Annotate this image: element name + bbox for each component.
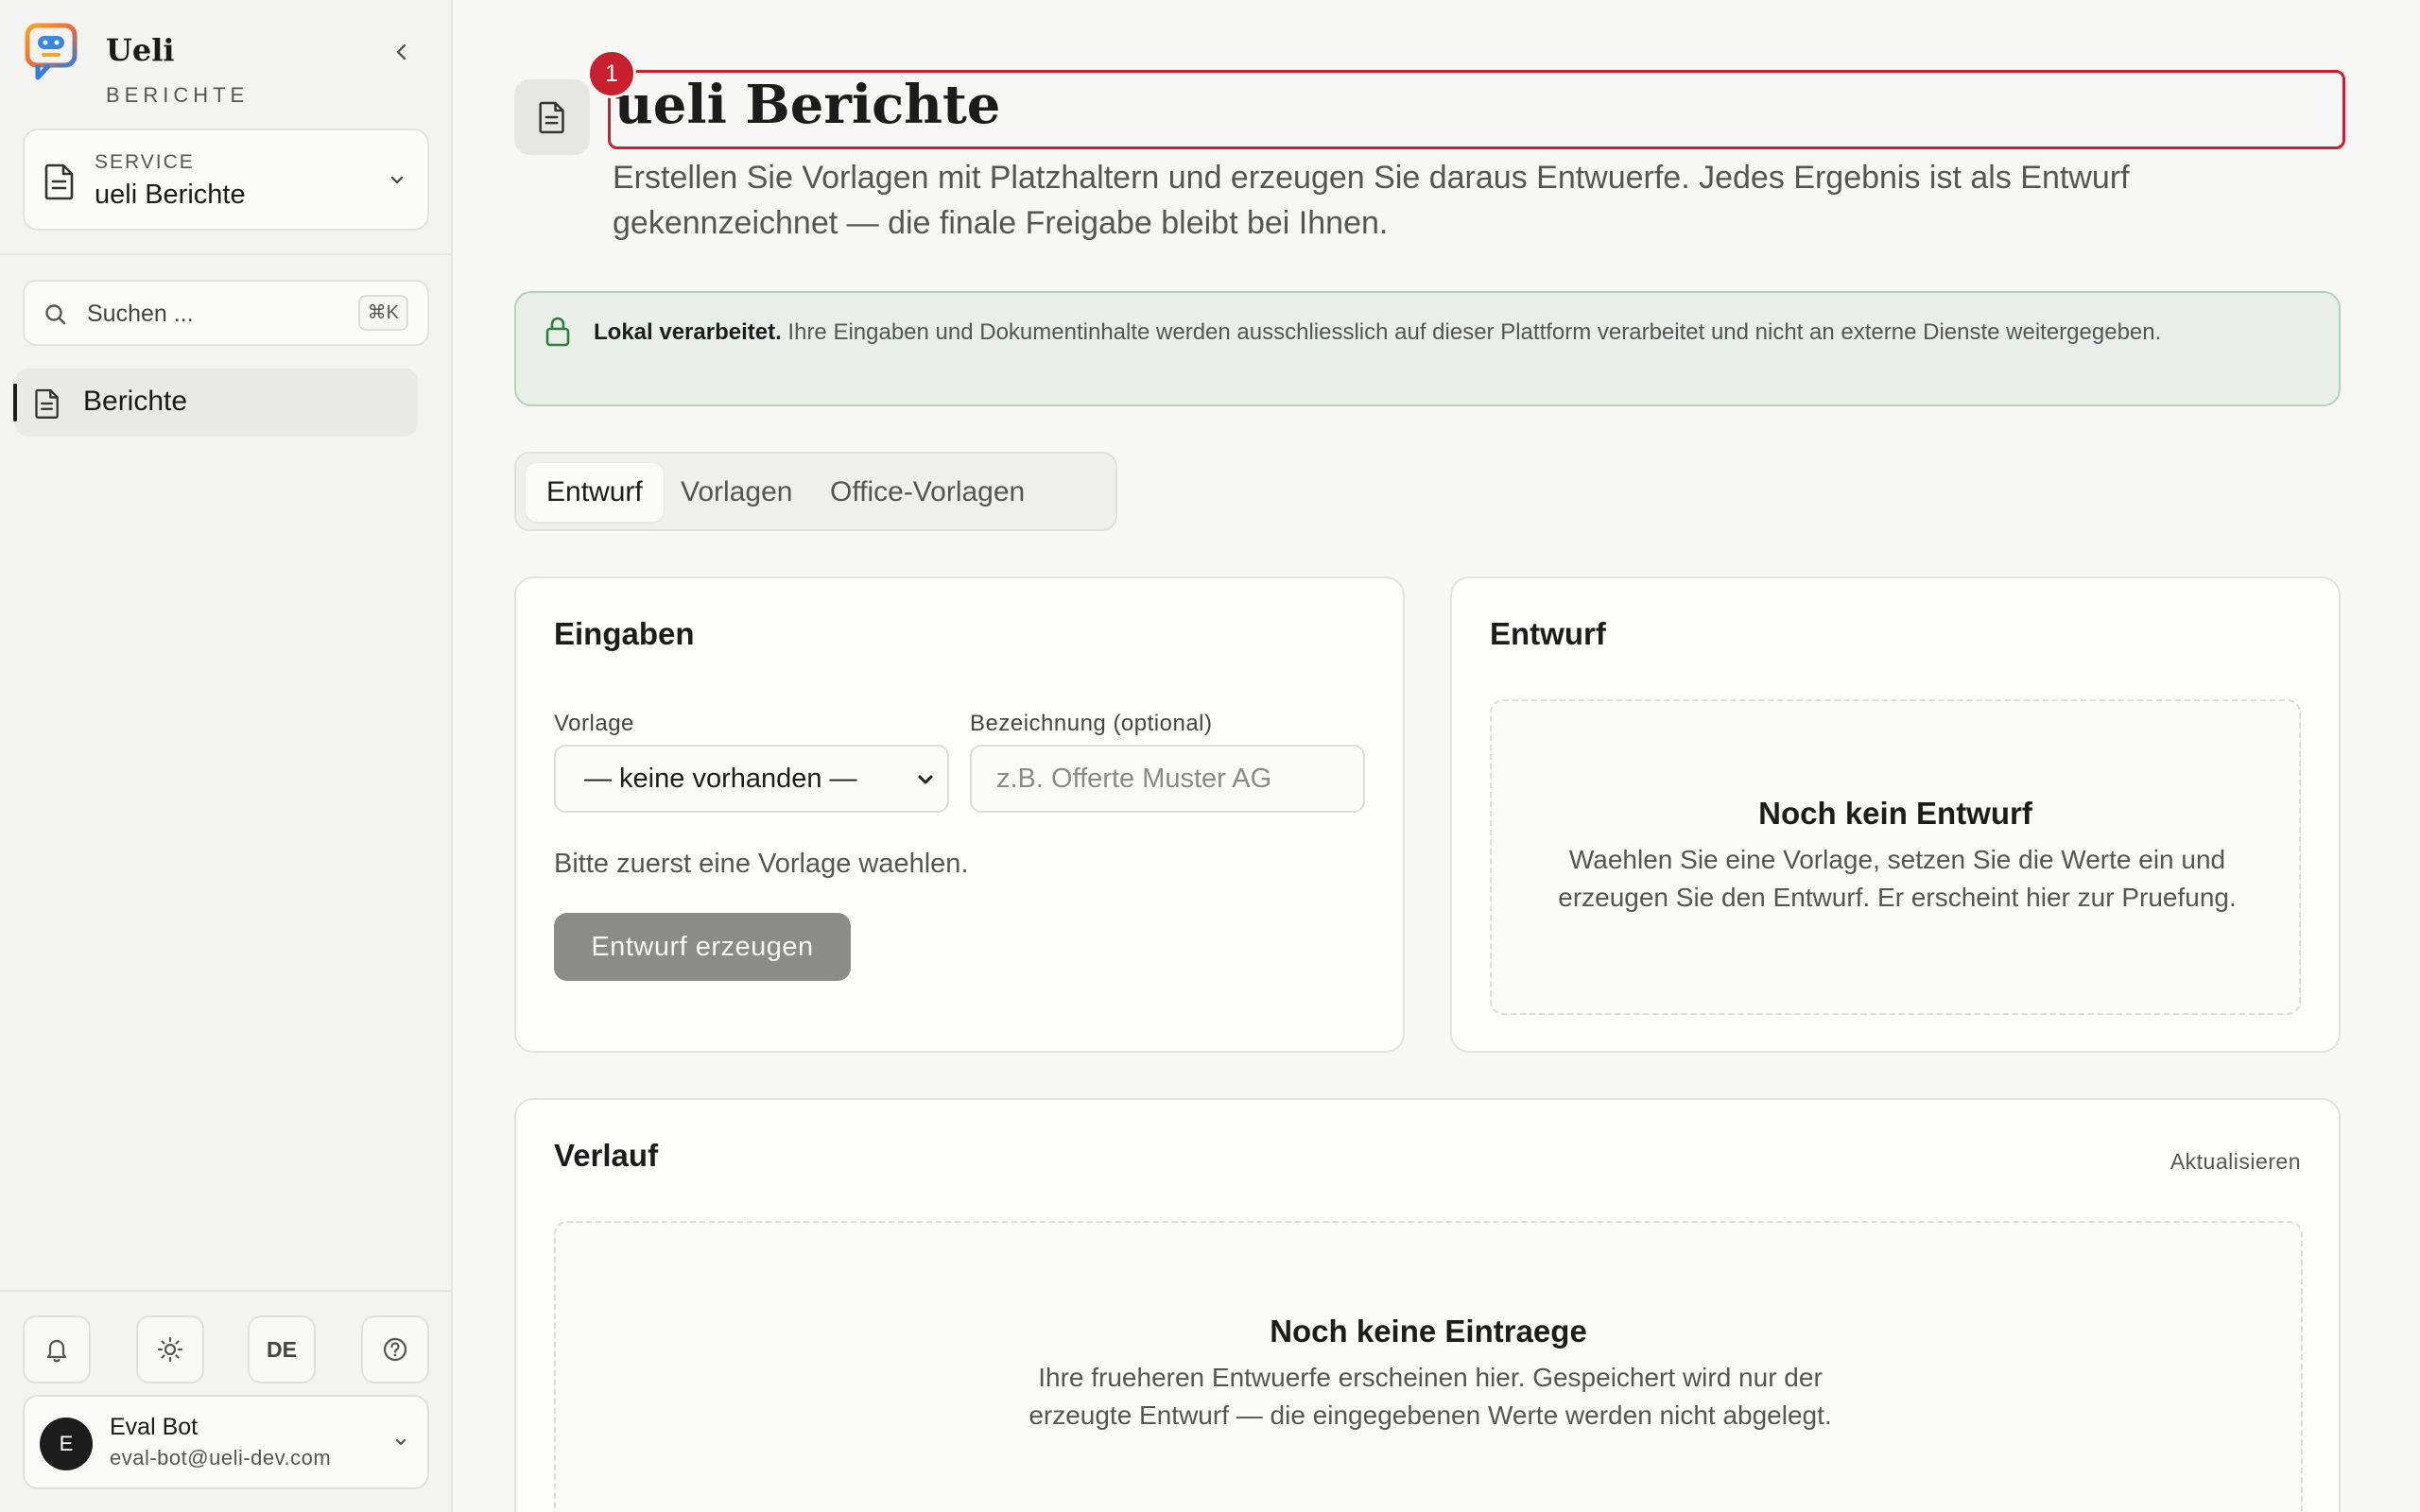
document-icon [44,163,74,200]
draft-empty-description: Waehlen Sie eine Vorlage, setzen Sie die… [1558,845,2237,912]
search-icon [45,304,66,325]
tab-vorlagen[interactable]: Vorlagen [660,463,813,522]
help-button[interactable] [361,1315,429,1383]
sidebar-divider [0,253,452,255]
tab-bar: Entwurf Vorlagen Office-Vorlagen [514,452,1117,531]
inputs-card: Eingaben Vorlage — keine vorhanden — Bez… [514,576,1405,1053]
history-empty-description: Ihre frueheren Entwuerfe erscheinen hier… [1028,1363,1832,1430]
search-input[interactable]: Suchen ... ⌘K [23,280,429,346]
brand-name: Ueli [106,32,175,68]
page-title: ueli Berichte [614,74,1001,136]
template-label: Vorlage [554,711,634,736]
template-select-value: — keine vorhanden — [584,764,857,794]
service-selector[interactable]: SERVICE ueli Berichte [23,129,429,231]
tab-entwurf[interactable]: Entwurf [526,463,664,522]
privacy-text: Lokal verarbeitet. Ihre Eingaben und Dok… [594,314,2295,352]
page-subtitle: Erstellen Sie Vorlagen mit Platzhaltern … [613,160,2130,241]
lock-icon [545,317,570,347]
privacy-banner: Lokal verarbeitet. Ihre Eingaben und Dok… [514,291,2341,406]
chevron-up-down-icon [395,1438,406,1446]
chevron-down-icon [918,775,933,784]
language-button[interactable]: DE [248,1315,316,1383]
history-card: Verlauf Aktualisieren Noch keine Eintrae… [514,1098,2341,1512]
draft-card-title: Entwurf [1490,616,1606,651]
privacy-strong: Lokal verarbeitet. [594,319,782,345]
sidebar-item-berichte[interactable]: Berichte [13,369,418,437]
name-label: Bezeichnung (optional) [970,711,1213,736]
generate-draft-button[interactable]: Entwurf erzeugen [554,913,851,981]
annotation-badge: 1 [587,49,636,98]
inputs-card-title: Eingaben [554,616,695,651]
template-select[interactable]: — keine vorhanden — [554,745,949,813]
avatar: E [40,1418,93,1470]
help-circle-icon [383,1337,407,1362]
sun-icon [157,1336,183,1363]
document-icon [35,388,59,419]
user-menu[interactable]: E Eval Bot eval-bot@ueli-dev.com [23,1395,429,1489]
chat-logo-icon [25,23,78,80]
sidebar-item-label: Berichte [83,386,188,417]
page-icon [514,79,590,155]
chevron-left-icon [396,43,406,60]
theme-toggle-button[interactable] [136,1315,204,1383]
history-empty-title: Noch keine Eintraege [1270,1314,1587,1349]
active-indicator [13,384,17,421]
collapse-sidebar-button[interactable] [378,28,425,76]
search-shortcut: ⌘K [357,295,408,331]
search-placeholder: Suchen ... [87,301,194,327]
sidebar: Ueli BERICHTE SERVICE ueli Berichte Such… [0,0,453,1512]
tab-office-vorlagen[interactable]: Office-Vorlagen [809,463,1046,522]
brand-subtitle: BERICHTE [106,83,250,107]
draft-empty-state: Noch kein Entwurf Waehlen Sie eine Vorla… [1490,699,2301,1015]
user-name: Eval Bot [110,1414,199,1440]
draft-card: Entwurf Noch kein Entwurf Waehlen Sie ei… [1450,576,2341,1053]
draft-empty-title: Noch kein Entwurf [1758,796,2032,831]
bell-icon [46,1339,67,1363]
template-hint: Bitte zuerst eine Vorlage waehlen. [554,849,969,879]
history-card-title: Verlauf [554,1138,659,1173]
name-input[interactable] [970,745,1365,813]
notifications-button[interactable] [23,1315,91,1383]
user-email: eval-bot@ueli-dev.com [110,1446,332,1469]
brand: Ueli BERICHTE [25,19,431,107]
privacy-body: Ihre Eingaben und Dokumentinhalte werden… [787,319,2162,345]
document-icon [539,101,564,134]
service-label: SERVICE [95,151,195,173]
chevron-down-icon [390,176,404,184]
service-value: ueli Berichte [95,180,246,210]
sidebar-divider [0,1290,452,1292]
history-empty-state: Noch keine Eintraege Ihre frueheren Entw… [554,1221,2303,1512]
refresh-button[interactable]: Aktualisieren [2170,1149,2301,1175]
